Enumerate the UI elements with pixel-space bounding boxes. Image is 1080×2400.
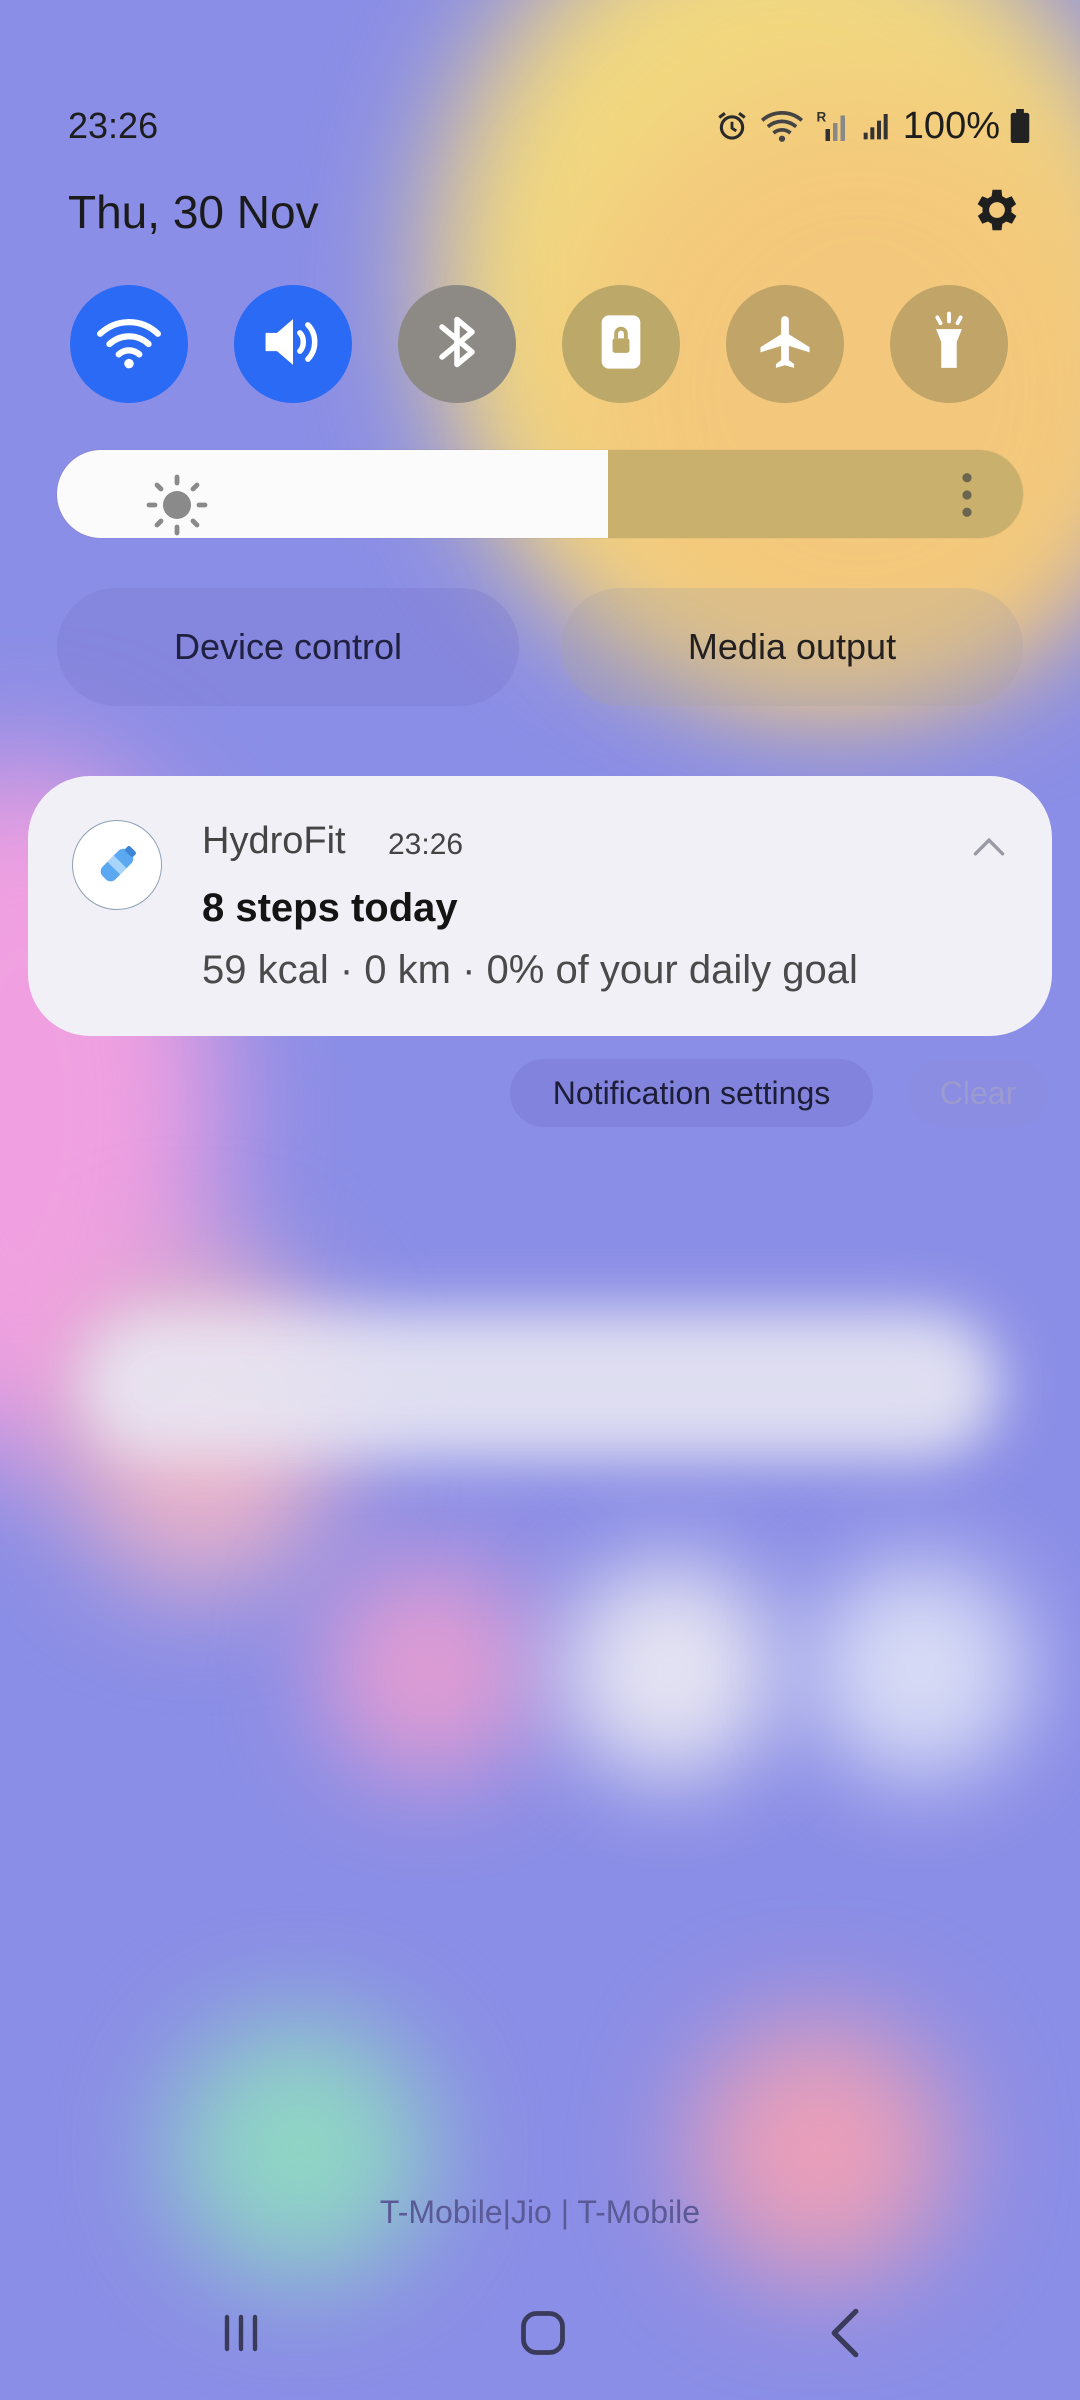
volume-icon	[261, 314, 325, 375]
water-bottle-icon	[72, 820, 162, 910]
recent-apps-button[interactable]	[186, 2300, 296, 2370]
home-icon	[517, 2307, 569, 2364]
status-bar: 23:26 R 100%	[68, 100, 1030, 152]
status-time: 23:26	[68, 105, 159, 146]
notification-body: 59 kcal · 0 km · 0% of your daily goal	[202, 948, 858, 992]
battery-icon	[1010, 109, 1030, 143]
clear-button[interactable]: Clear	[908, 1059, 1048, 1127]
notification-card[interactable]: HydroFit 23:26 8 steps today 59 kcal · 0…	[28, 776, 1052, 1036]
flashlight-tile[interactable]	[890, 285, 1008, 403]
sound-tile[interactable]	[234, 285, 352, 403]
home-button[interactable]	[488, 2300, 598, 2370]
quick-settings-tiles	[70, 285, 1010, 403]
date-label: Thu, 30 Nov	[68, 186, 319, 238]
battery-percent: 100%	[902, 104, 1000, 147]
device-control-button[interactable]: Device control	[57, 588, 519, 706]
notification-time: 23:26	[388, 828, 464, 861]
brightness-icon	[145, 473, 209, 538]
wifi-icon	[759, 109, 805, 143]
notification-title: 8 steps today	[202, 886, 458, 930]
media-output-button[interactable]: Media output	[561, 588, 1023, 706]
more-vertical-icon[interactable]	[961, 472, 973, 523]
bluetooth-tile[interactable]	[398, 285, 516, 403]
portrait-lock-tile[interactable]	[562, 285, 680, 403]
bluetooth-icon	[435, 312, 479, 377]
alarm-icon	[715, 109, 749, 143]
roaming-signal-icon: R	[815, 108, 851, 144]
back-button[interactable]	[790, 2300, 900, 2370]
signal-icon	[861, 109, 893, 143]
svg-text:R: R	[816, 110, 826, 125]
brightness-slider[interactable]	[57, 450, 1023, 538]
carrier-label: T-Mobile|Jio | T-Mobile	[379, 2194, 701, 2230]
lock-icon	[598, 313, 644, 376]
airplane-icon	[754, 311, 816, 378]
wifi-icon	[96, 314, 162, 375]
flashlight-icon	[927, 311, 971, 378]
notification-app-name: HydroFit	[202, 820, 346, 862]
airplane-mode-tile[interactable]	[726, 285, 844, 403]
gear-icon[interactable]	[970, 183, 1024, 242]
recent-apps-icon	[217, 2309, 265, 2362]
wifi-tile[interactable]	[70, 285, 188, 403]
brightness-fill	[57, 450, 608, 538]
chevron-up-icon[interactable]	[972, 836, 1006, 863]
back-icon	[823, 2307, 867, 2364]
notification-settings-button[interactable]: Notification settings	[510, 1059, 873, 1127]
navigation-bar	[0, 2300, 1080, 2370]
